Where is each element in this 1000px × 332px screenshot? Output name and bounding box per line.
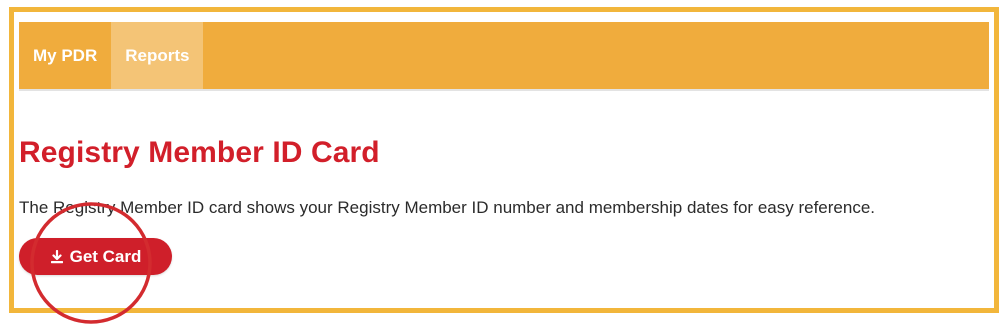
download-icon (50, 249, 64, 264)
page-description: The Registry Member ID card shows your R… (19, 198, 875, 217)
top-navbar: My PDR Reports (19, 22, 989, 91)
nav-item-label: My PDR (33, 45, 98, 65)
page-title: Registry Member ID Card (19, 136, 380, 169)
get-card-label: Get Card (69, 246, 142, 266)
nav-item-label: Reports (125, 45, 190, 65)
nav-item-my-pdr[interactable]: My PDR (19, 22, 111, 89)
nav-item-reports[interactable]: Reports (111, 22, 204, 89)
get-card-button[interactable]: Get Card (19, 238, 172, 275)
